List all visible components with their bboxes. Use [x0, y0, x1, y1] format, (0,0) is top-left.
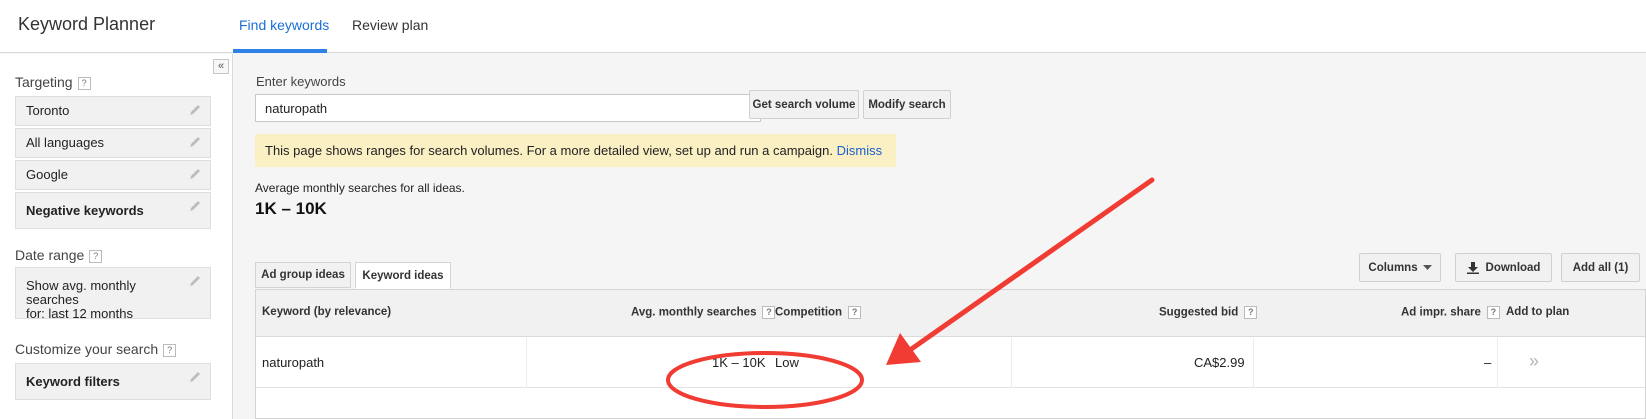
- help-icon[interactable]: ?: [1244, 306, 1258, 319]
- tab-review-plan[interactable]: Review plan: [352, 17, 428, 33]
- sidebar-item-label: Toronto: [26, 103, 70, 118]
- active-tab-indicator: [233, 49, 327, 53]
- pencil-icon[interactable]: [188, 135, 202, 149]
- sidebar: « Targeting? Toronto All languages Googl…: [0, 54, 233, 419]
- add-all-button[interactable]: Add all (1): [1561, 253, 1640, 282]
- pencil-icon[interactable]: [188, 103, 202, 117]
- targeting-label: Targeting?: [15, 74, 91, 90]
- help-icon[interactable]: ?: [1486, 306, 1500, 319]
- column-divider: [1253, 338, 1254, 388]
- modify-search-button[interactable]: Modify search: [863, 90, 951, 119]
- col-avg-label: Avg. monthly searches: [631, 306, 757, 319]
- date-range-label: Date range?: [15, 247, 103, 263]
- table-header: Keyword (by relevance) Avg. monthly sear…: [256, 290, 1645, 337]
- main-content: Enter keywords Get search volume Modify …: [234, 54, 1646, 419]
- download-icon: [1466, 261, 1479, 274]
- tab-keyword-ideas[interactable]: Keyword ideas: [355, 262, 451, 289]
- date-range-line1: Show avg. monthly searches: [26, 278, 136, 307]
- date-range-label-text: Date range: [15, 247, 85, 263]
- col-bid-label: Suggested bid: [1159, 306, 1239, 319]
- sidebar-item-language[interactable]: All languages: [15, 128, 211, 158]
- sidebar-item-negative-keywords[interactable]: Negative keywords: [15, 192, 211, 229]
- col-ad-impr-share[interactable]: Ad impr. share?: [1401, 306, 1500, 319]
- keyword-input[interactable]: [255, 94, 761, 122]
- download-button[interactable]: Download: [1455, 253, 1552, 282]
- help-icon[interactable]: ?: [89, 249, 103, 263]
- columns-button[interactable]: Columns: [1359, 253, 1441, 282]
- customize-label: Customize your search?: [15, 341, 177, 357]
- info-notice: This page shows ranges for search volume…: [255, 134, 896, 167]
- column-divider: [526, 338, 527, 388]
- col-add-to-plan: Add to plan: [1506, 306, 1570, 318]
- targeting-label-text: Targeting: [15, 74, 73, 90]
- sidebar-item-label: Google: [26, 167, 68, 182]
- keyword-filters[interactable]: Keyword filters: [15, 363, 211, 400]
- pencil-icon[interactable]: [188, 167, 202, 181]
- col-competition[interactable]: Competition?: [775, 306, 862, 319]
- pencil-icon[interactable]: [188, 370, 202, 384]
- tab-find-keywords[interactable]: Find keywords: [239, 17, 329, 33]
- get-search-volume-button[interactable]: Get search volume: [749, 90, 859, 119]
- customize-label-text: Customize your search: [15, 341, 159, 357]
- column-divider: [1497, 338, 1498, 388]
- double-chevron-right-icon[interactable]: »: [1529, 351, 1539, 372]
- date-range-selector[interactable]: Show avg. monthly searches for: last 12 …: [15, 267, 211, 321]
- pencil-icon[interactable]: [188, 199, 202, 213]
- keyword-table: Keyword (by relevance) Avg. monthly sear…: [255, 289, 1646, 419]
- column-divider: [1011, 338, 1012, 388]
- notice-text: This page shows ranges for search volume…: [265, 143, 833, 158]
- cell-suggested-bid: CA$2.99: [1194, 355, 1245, 370]
- download-label: Download: [1485, 261, 1541, 274]
- table-row: naturopath 1K – 10K Low CA$2.99 – »: [256, 338, 1645, 388]
- help-icon[interactable]: ?: [762, 306, 776, 319]
- top-header: Keyword Planner Find keywords Review pla…: [0, 0, 1646, 53]
- col-suggested-bid[interactable]: Suggested bid?: [1159, 306, 1258, 319]
- pencil-icon[interactable]: [188, 274, 202, 288]
- cell-competition: Low: [775, 355, 799, 370]
- app-title: Keyword Planner: [18, 14, 156, 34]
- columns-label: Columns: [1368, 261, 1418, 274]
- dismiss-link[interactable]: Dismiss: [837, 143, 883, 158]
- help-icon[interactable]: ?: [77, 76, 91, 90]
- collapse-sidebar-button[interactable]: «: [213, 59, 229, 74]
- help-icon[interactable]: ?: [163, 343, 177, 357]
- tab-ad-group-ideas[interactable]: Ad group ideas: [255, 262, 351, 288]
- cell-ad-impr-share: –: [1484, 355, 1492, 370]
- sidebar-item-label: Negative keywords: [26, 203, 144, 218]
- col-competition-label: Competition: [775, 306, 843, 319]
- help-icon[interactable]: ?: [848, 306, 862, 319]
- cell-keyword[interactable]: naturopath: [262, 355, 324, 370]
- date-range-line2: for: last 12 months: [26, 306, 133, 321]
- sidebar-item-label: All languages: [26, 135, 105, 150]
- sidebar-item-location[interactable]: Toronto: [15, 96, 211, 126]
- cell-avg-monthly-searches: 1K – 10K: [712, 355, 766, 370]
- sidebar-item-network[interactable]: Google: [15, 160, 211, 190]
- col-avg-monthly-searches[interactable]: Avg. monthly searches?: [631, 306, 776, 319]
- avg-searches-label: Average monthly searches for all ideas.: [255, 181, 465, 195]
- enter-keywords-label: Enter keywords: [256, 74, 346, 89]
- keyword-filters-label: Keyword filters: [26, 374, 120, 389]
- col-share-label: Ad impr. share: [1401, 306, 1481, 319]
- caret-down-icon: [1422, 264, 1432, 270]
- avg-searches-value: 1K – 10K: [255, 199, 327, 218]
- col-keyword[interactable]: Keyword (by relevance): [262, 306, 391, 318]
